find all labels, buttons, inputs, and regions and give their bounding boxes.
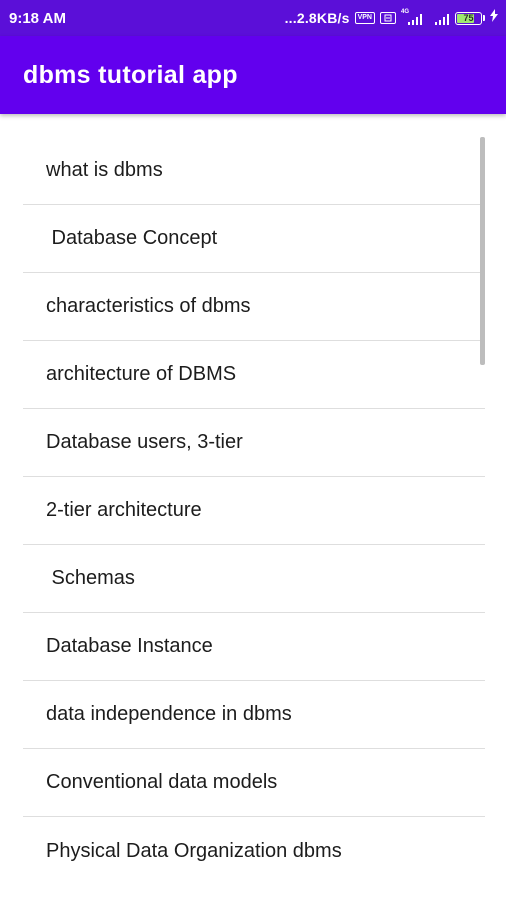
list-item-label: Conventional data models	[46, 771, 278, 793]
list-item[interactable]: characteristics of dbms	[23, 273, 485, 341]
vpn-icon: VPN	[354, 12, 375, 24]
sim-icon	[380, 12, 396, 24]
battery-level: 75	[463, 13, 474, 23]
list-item-label: Database Instance	[46, 635, 213, 657]
charging-icon	[490, 9, 498, 27]
status-icons: ...2.8KB/s VPN 4G 75	[285, 9, 498, 27]
list-item-label: data independence in dbms	[46, 703, 292, 725]
list-item-label: what is dbms	[46, 159, 163, 181]
list-item[interactable]: Conventional data models	[23, 749, 485, 817]
signal-icon: 4G	[401, 9, 423, 25]
app-bar: dbms tutorial app	[0, 36, 506, 114]
list-item[interactable]: Physical Data Organization dbms	[23, 817, 485, 885]
list-item-label: Database Concept	[46, 227, 218, 249]
list-item[interactable]: 2-tier architecture	[23, 477, 485, 545]
battery-icon: 75	[455, 11, 485, 25]
list-item[interactable]: what is dbms	[23, 137, 485, 205]
list-item[interactable]: data independence in dbms	[23, 681, 485, 749]
network-speed: ...2.8KB/s	[284, 10, 350, 26]
app-title: dbms tutorial app	[23, 60, 238, 89]
list-item[interactable]: architecture of DBMS	[23, 341, 485, 409]
list-item[interactable]: Schemas	[23, 545, 485, 613]
list-item-label: Database users, 3-tier	[46, 431, 243, 453]
list-item[interactable]: Database Instance	[23, 613, 485, 681]
list-item-label: 2-tier architecture	[46, 499, 202, 521]
list-item-label: characteristics of dbms	[46, 295, 251, 317]
list-item-label: Schemas	[46, 567, 135, 589]
scrollbar[interactable]	[480, 137, 485, 365]
list-item[interactable]: Database users, 3-tier	[23, 409, 485, 477]
signal-icon	[428, 11, 450, 25]
list-item[interactable]: Database Concept	[23, 205, 485, 273]
status-time: 9:18 AM	[9, 9, 66, 27]
status-bar: 9:18 AM ...2.8KB/s VPN 4G 75	[0, 0, 506, 36]
list-item-label: architecture of DBMS	[46, 363, 237, 385]
topic-list: what is dbms Database Concept characteris…	[23, 137, 485, 885]
list-item-label: Physical Data Organization dbms	[46, 839, 342, 862]
